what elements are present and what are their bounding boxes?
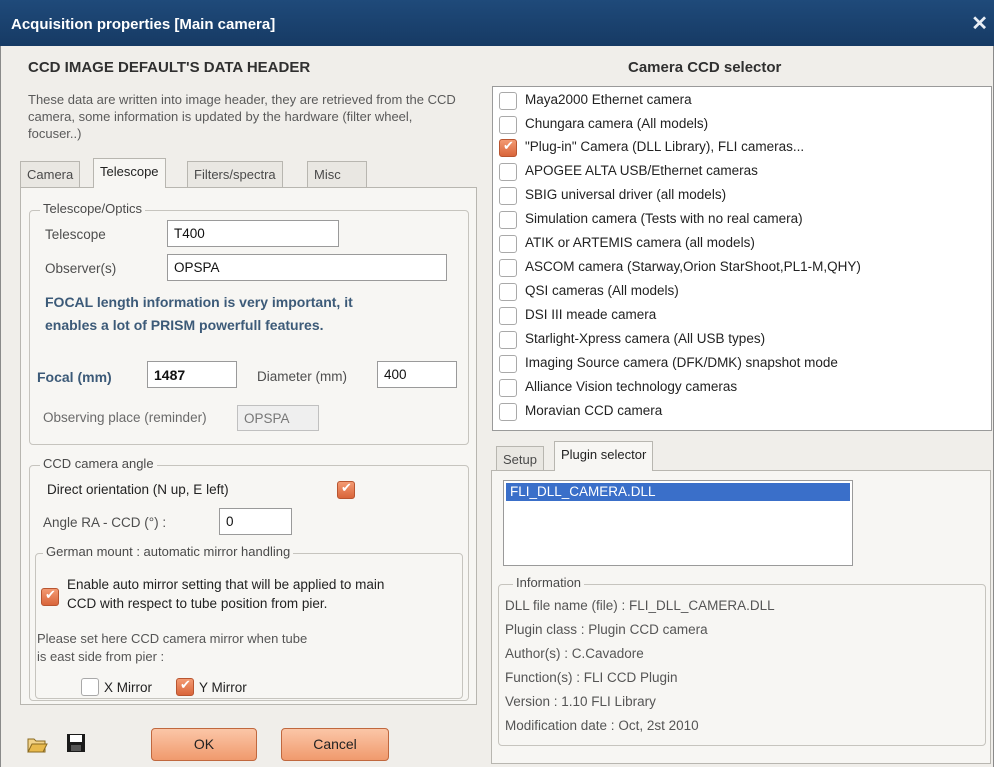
tab-misc[interactable]: Misc (307, 161, 367, 188)
camera-label: "Plug-in" Camera (DLL Library), FLI came… (525, 139, 805, 154)
camera-label: QSI cameras (All models) (525, 283, 679, 298)
direct-orientation-label: Direct orientation (N up, E left) (47, 482, 229, 497)
focal-note-line-2: enables a lot of PRISM powerfull feature… (45, 317, 324, 333)
info-version: Version : 1.10 FLI Library (505, 694, 656, 709)
camera-checkbox[interactable] (499, 139, 517, 157)
observer-input[interactable]: OPSPA (167, 254, 447, 281)
ccd-header-title: CCD IMAGE DEFAULT'S DATA HEADER (28, 59, 311, 76)
save-disk-icon[interactable] (65, 732, 87, 754)
camera-selector-title: Camera CCD selector (628, 59, 782, 76)
camera-label: Starlight-Xpress camera (All USB types) (525, 331, 766, 346)
focal-label: Focal (mm) (37, 369, 112, 385)
german-mount-label: German mount : automatic mirror handling (43, 544, 294, 559)
observing-place-field: OPSPA (237, 405, 319, 431)
camera-checkbox[interactable] (499, 355, 517, 373)
east-side-note-1: Please set here CCD camera mirror when t… (37, 631, 308, 646)
info-plugin-class: Plugin class : Plugin CCD camera (505, 622, 708, 637)
camera-checkbox[interactable] (499, 211, 517, 229)
camera-label: Imaging Source camera (DFK/DMK) snapshot… (525, 355, 838, 370)
tab-telescope[interactable]: Telescope (93, 158, 166, 188)
angle-ra-label: Angle RA - CCD (°) : (43, 515, 167, 530)
auto-mirror-label-2: CCD with respect to tube position from p… (67, 596, 328, 611)
window-title: Acquisition properties [Main camera] (11, 16, 276, 33)
camera-label: ASCOM camera (Starway,Orion StarShoot,PL… (525, 259, 861, 274)
info-modification-date: Modification date : Oct, 2st 2010 (505, 718, 699, 733)
dialog-body: CCD IMAGE DEFAULT'S DATA HEADER These da… (0, 46, 994, 767)
telescope-optics-label: Telescope/Optics (40, 201, 145, 216)
tab-plugin-selector[interactable]: Plugin selector (554, 441, 654, 471)
observing-place-label: Observing place (reminder) (43, 410, 207, 425)
camera-checkbox[interactable] (499, 331, 517, 349)
camera-label: Alliance Vision technology cameras (525, 379, 738, 394)
camera-checkbox[interactable] (499, 307, 517, 325)
info-functions: Function(s) : FLI CCD Plugin (505, 670, 678, 685)
plugin-list-item[interactable]: FLI_DLL_CAMERA.DLL (506, 483, 850, 501)
camera-checkbox[interactable] (499, 283, 517, 301)
header-info-text: These data are written into image header… (28, 92, 456, 141)
camera-checkbox[interactable] (499, 163, 517, 181)
camera-checkbox[interactable] (499, 116, 517, 134)
y-mirror-label: Y Mirror (199, 680, 247, 695)
plugin-list[interactable]: FLI_DLL_CAMERA.DLL (503, 480, 853, 566)
close-icon[interactable]: ✕ (971, 11, 988, 36)
ccd-angle-label: CCD camera angle (40, 456, 157, 471)
camera-label: Simulation camera (Tests with no real ca… (525, 211, 803, 226)
auto-mirror-checkbox[interactable] (41, 588, 59, 606)
focal-input[interactable]: 1487 (147, 361, 237, 388)
x-mirror-checkbox[interactable] (81, 678, 99, 696)
diameter-input[interactable]: 400 (377, 361, 457, 388)
direct-orientation-checkbox[interactable] (337, 481, 355, 499)
german-mount-group (35, 553, 463, 699)
camera-checkbox[interactable] (499, 403, 517, 421)
camera-label: Moravian CCD camera (525, 403, 663, 418)
camera-label: SBIG universal driver (all models) (525, 187, 727, 202)
camera-checkbox[interactable] (499, 379, 517, 397)
open-folder-icon[interactable] (26, 733, 48, 755)
title-bar: Acquisition properties [Main camera] ✕ (0, 0, 994, 46)
camera-checkbox[interactable] (499, 235, 517, 253)
info-authors: Author(s) : C.Cavadore (505, 646, 644, 661)
camera-checkbox[interactable] (499, 259, 517, 277)
info-dll-file: DLL file name (file) : FLI_DLL_CAMERA.DL… (505, 598, 775, 613)
camera-label: Maya2000 Ethernet camera (525, 92, 692, 107)
camera-label: DSI III meade camera (525, 307, 657, 322)
focal-note-line-1: FOCAL length information is very importa… (45, 294, 353, 310)
y-mirror-checkbox[interactable] (176, 678, 194, 696)
x-mirror-label: X Mirror (104, 680, 152, 695)
telescope-label: Telescope (45, 227, 106, 242)
camera-label: APOGEE ALTA USB/Ethernet cameras (525, 163, 758, 178)
angle-ra-input[interactable]: 0 (219, 508, 292, 535)
telescope-input[interactable]: T400 (167, 220, 339, 247)
auto-mirror-label-1: Enable auto mirror setting that will be … (67, 577, 385, 592)
cancel-button[interactable]: Cancel (281, 728, 389, 761)
observer-label: Observer(s) (45, 261, 117, 276)
information-label: Information (513, 575, 585, 590)
tab-camera[interactable]: Camera (20, 161, 81, 188)
camera-label: Chungara camera (All models) (525, 116, 709, 131)
ok-button[interactable]: OK (151, 728, 257, 761)
east-side-note-2: is east side from pier : (37, 649, 165, 664)
tab-filters-spectra[interactable]: Filters/spectra (187, 161, 283, 188)
diameter-label: Diameter (mm) (257, 369, 347, 384)
tab-setup[interactable]: Setup (496, 446, 544, 473)
camera-checkbox[interactable] (499, 92, 517, 110)
camera-list[interactable]: Maya2000 Ethernet camera Chungara camera… (492, 86, 992, 431)
camera-label: ATIK or ARTEMIS camera (all models) (525, 235, 755, 250)
camera-checkbox[interactable] (499, 187, 517, 205)
